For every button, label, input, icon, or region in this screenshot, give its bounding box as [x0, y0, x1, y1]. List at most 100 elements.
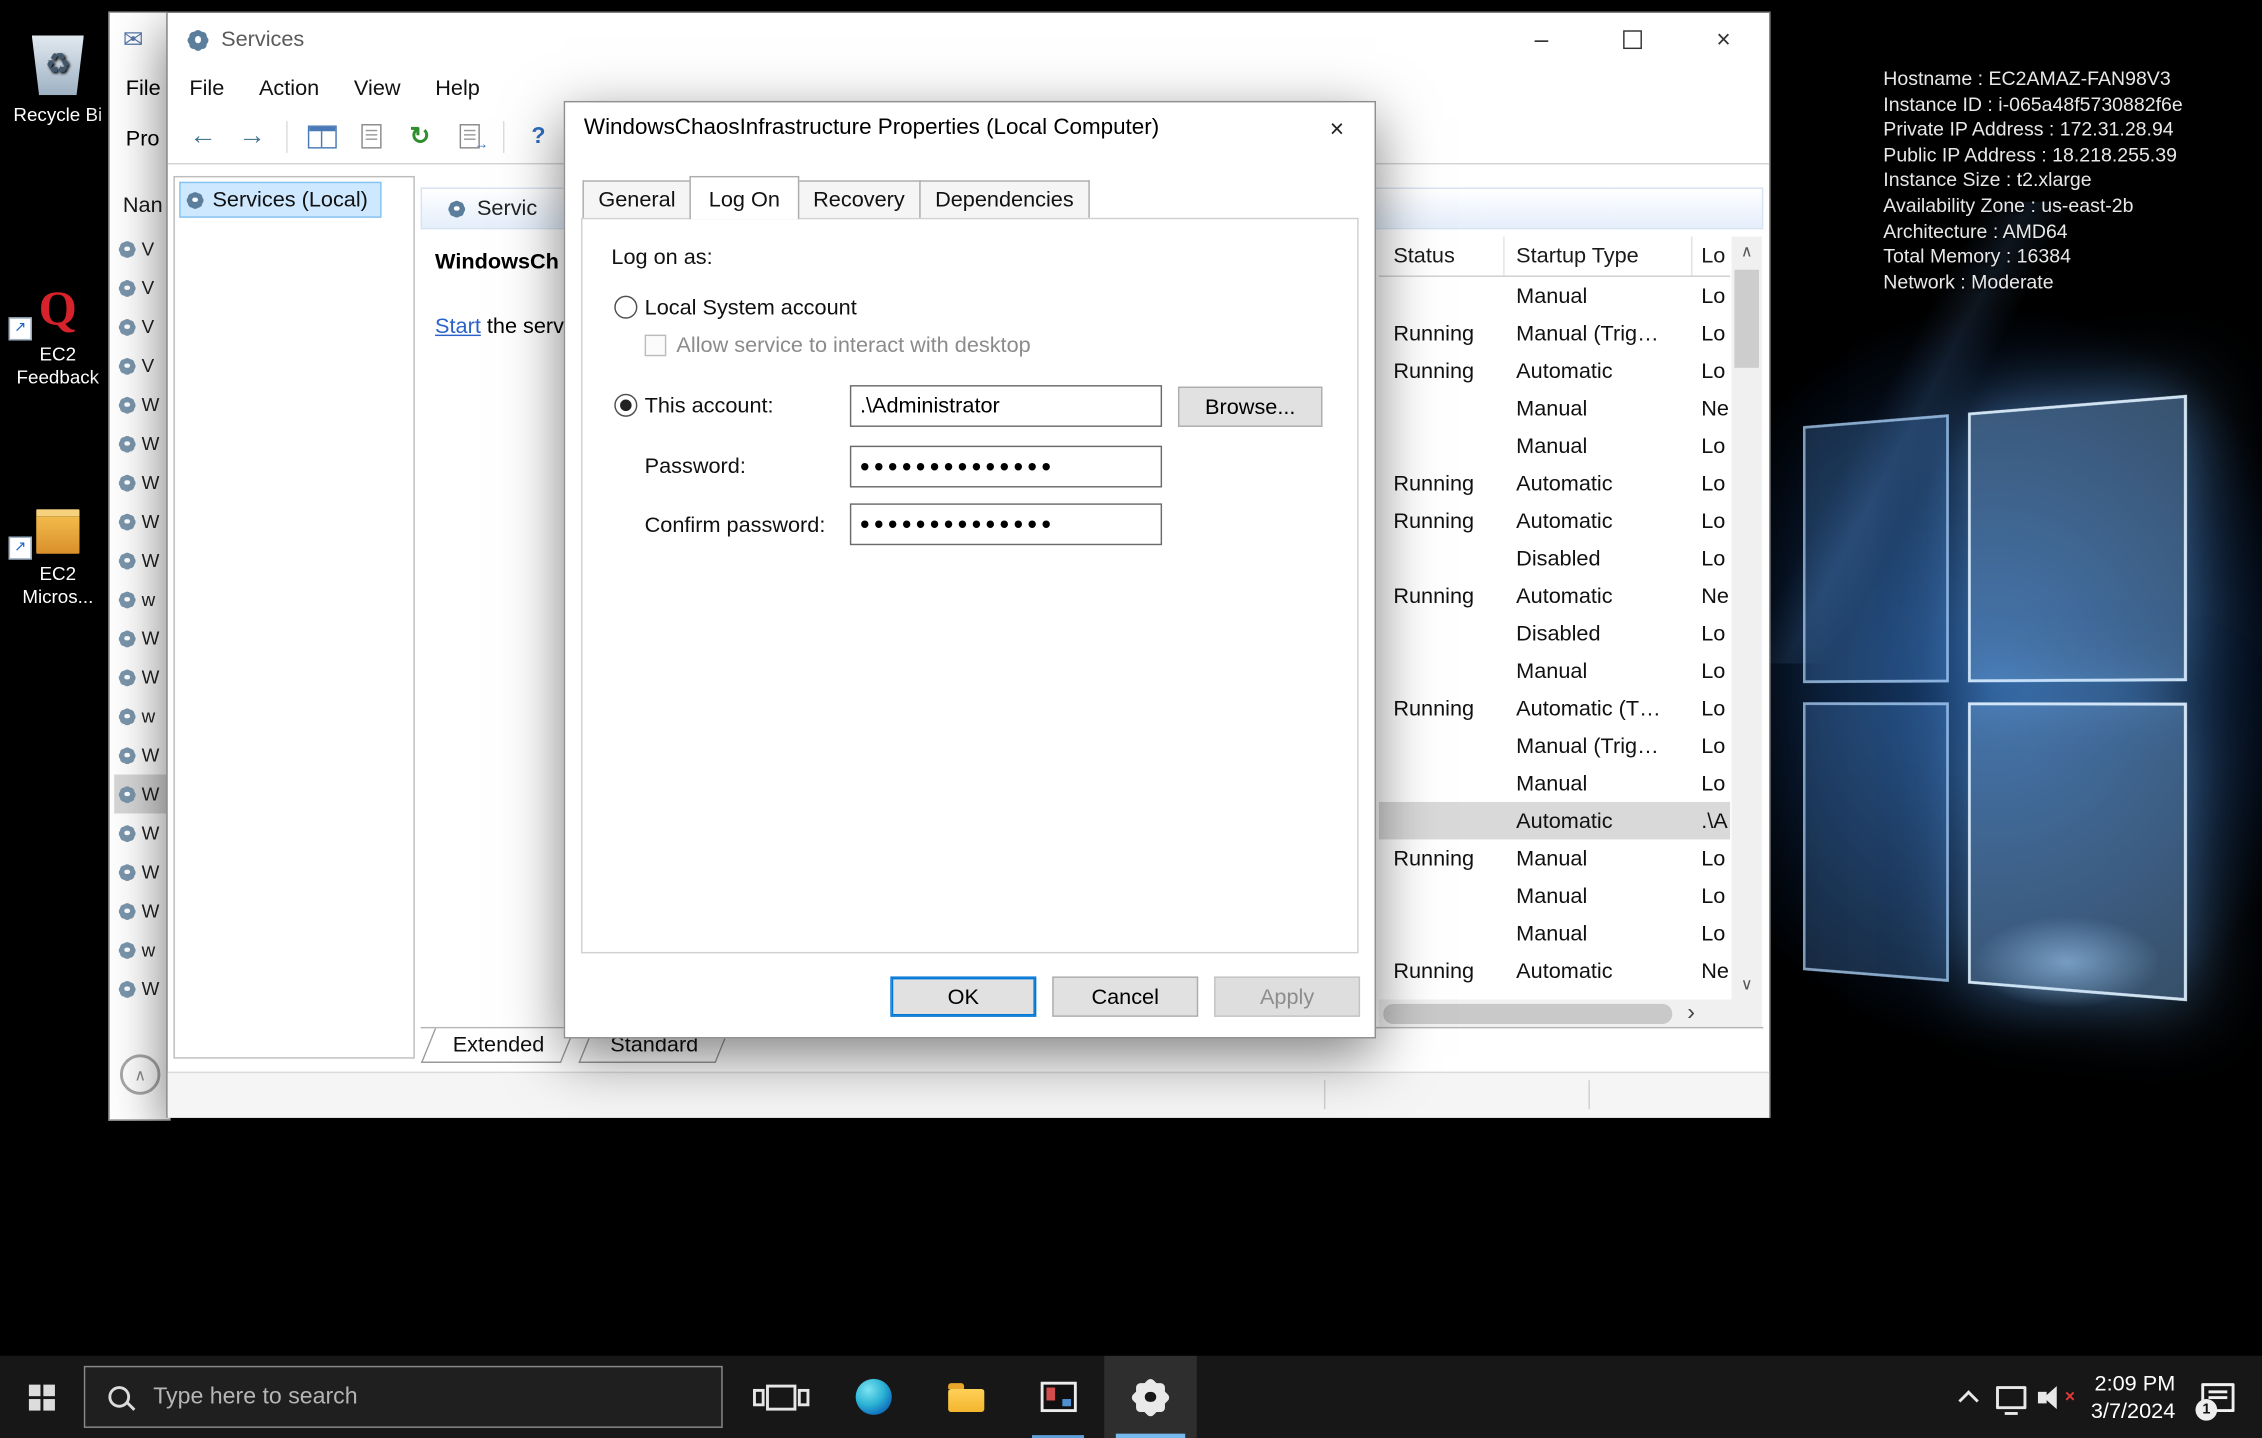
radio-local-system-account[interactable] [614, 296, 637, 319]
password-input[interactable] [850, 446, 1162, 488]
scroll-down-button[interactable]: ∨ [1732, 969, 1762, 999]
task-view-button[interactable] [734, 1356, 827, 1438]
back-file-menu[interactable]: File [126, 76, 161, 101]
service-row[interactable]: Manual Lo [1379, 914, 1730, 952]
mmc-taskbar-button[interactable] [1012, 1356, 1105, 1438]
cancel-button[interactable]: Cancel [1052, 976, 1198, 1016]
back-service-row[interactable]: W [114, 852, 166, 891]
checkbox-interact-with-desktop[interactable] [645, 335, 667, 357]
menu-view[interactable]: View [337, 70, 418, 106]
show-console-tree-button[interactable] [301, 117, 343, 156]
back-service-row[interactable]: W [114, 541, 166, 580]
dialog-close-button[interactable]: × [1311, 110, 1363, 149]
edge-taskbar-button[interactable] [827, 1356, 920, 1438]
confirm-password-input[interactable] [850, 503, 1162, 545]
maximize-button[interactable] [1587, 13, 1678, 66]
back-service-row[interactable]: W [114, 736, 166, 775]
radio-this-account[interactable] [614, 394, 637, 417]
scroll-right-button[interactable]: › [1672, 1004, 1710, 1024]
view-tab-extended[interactable]: Extended [421, 1028, 576, 1063]
service-row[interactable]: Running Automatic Lo [1379, 502, 1730, 540]
start-button[interactable] [0, 1356, 84, 1438]
column-header-log-on-as[interactable]: Lo [1693, 237, 1731, 276]
collapse-button[interactable]: ∧ [120, 1054, 160, 1094]
menu-action[interactable]: Action [242, 70, 337, 106]
browse-button[interactable]: Browse... [1178, 387, 1323, 427]
back-service-row[interactable]: V [114, 268, 166, 307]
back-service-row[interactable]: W [114, 969, 166, 1008]
service-row[interactable]: Manual Lo [1379, 277, 1730, 315]
back-service-row[interactable]: V [114, 346, 166, 385]
tab-log-on[interactable]: Log On [690, 176, 799, 219]
network-tray-button[interactable] [1990, 1356, 2033, 1438]
back-service-row[interactable]: W [114, 775, 166, 814]
back-service-row[interactable]: W [114, 813, 166, 852]
service-row[interactable]: Manual Lo [1379, 764, 1730, 802]
back-service-row[interactable]: W [114, 891, 166, 930]
service-row[interactable]: Running Automatic Ne [1379, 577, 1730, 615]
back-service-row[interactable]: w [114, 930, 166, 969]
back-service-row[interactable]: W [114, 658, 166, 697]
tray-expand-button[interactable] [1946, 1356, 1989, 1438]
service-row[interactable]: Manual Lo [1379, 652, 1730, 690]
account-input[interactable] [850, 385, 1162, 427]
service-row[interactable]: Running Automatic Ne [1379, 952, 1730, 990]
back-service-row[interactable]: w [114, 697, 166, 736]
vertical-scrollbar[interactable]: ∧ ∨ [1732, 237, 1762, 1000]
desktop-icon-recycle-bin[interactable]: ♻ Recycle Bi [6, 14, 110, 127]
service-row[interactable]: Running Manual Lo [1379, 839, 1730, 877]
service-row[interactable]: Running Automatic (T… Lo [1379, 689, 1730, 727]
service-row[interactable]: Running Automatic Lo [1379, 464, 1730, 502]
service-row[interactable]: Running Manual (Trig… Lo [1379, 314, 1730, 352]
services-taskbar-button[interactable] [1104, 1356, 1197, 1438]
service-row[interactable]: Running Automatic Lo [1379, 352, 1730, 390]
taskbar-search[interactable] [84, 1366, 723, 1428]
tab-dependencies[interactable]: Dependencies [919, 180, 1089, 218]
back-button[interactable]: ← [182, 117, 224, 156]
scroll-up-button[interactable]: ∧ [1732, 237, 1762, 267]
back-service-row[interactable]: W [114, 619, 166, 658]
start-service-link[interactable]: Start [435, 314, 481, 339]
back-name-column-header[interactable]: Nan [123, 193, 163, 218]
back-service-row[interactable]: W [114, 463, 166, 502]
desktop-icon-ec2-microsoft[interactable]: ↗ EC2 Micros... [6, 473, 110, 609]
back-service-row[interactable]: W [114, 424, 166, 463]
menu-file[interactable]: File [172, 70, 242, 106]
service-row[interactable]: Manual Lo [1379, 427, 1730, 465]
back-service-row[interactable]: V [114, 229, 166, 268]
background-console-window[interactable]: ✉ File Pro Nan V V V [108, 12, 170, 1121]
taskbar-clock[interactable]: 2:09 PM 3/7/2024 [2076, 1356, 2189, 1438]
ok-button[interactable]: OK [890, 976, 1036, 1016]
apply-button[interactable]: Apply [1214, 976, 1360, 1016]
file-explorer-taskbar-button[interactable] [919, 1356, 1012, 1438]
menu-help[interactable]: Help [418, 70, 497, 106]
service-row[interactable]: Manual Lo [1379, 877, 1730, 915]
help-button[interactable]: ? [517, 117, 559, 156]
back-service-row[interactable]: w [114, 580, 166, 619]
service-row[interactable]: Disabled Lo [1379, 539, 1730, 577]
properties-button[interactable] [350, 117, 392, 156]
search-input[interactable] [150, 1382, 618, 1411]
tree-item-services-local[interactable]: Services (Local) [179, 182, 381, 218]
volume-tray-button[interactable]: × [2033, 1356, 2076, 1438]
horizontal-scroll-thumb[interactable] [1383, 1004, 1672, 1024]
horizontal-scrollbar[interactable]: › [1379, 1000, 1762, 1029]
export-list-button[interactable]: → [448, 117, 490, 156]
back-service-row[interactable]: V [114, 307, 166, 346]
tab-general[interactable]: General [582, 180, 691, 218]
back-service-row[interactable]: W [114, 502, 166, 541]
tab-recovery[interactable]: Recovery [797, 180, 920, 218]
vertical-scroll-thumb[interactable] [1734, 270, 1759, 368]
service-row[interactable]: Manual (Trig… Lo [1379, 727, 1730, 765]
column-header-startup-type[interactable]: Startup Type [1505, 237, 1693, 276]
refresh-button[interactable]: ↻ [399, 117, 441, 156]
column-header-status[interactable]: Status [1379, 237, 1505, 276]
service-row[interactable]: Automatic .\A [1379, 802, 1730, 840]
back-service-row[interactable]: W [114, 385, 166, 424]
desktop-icon-ec2-feedback[interactable]: Q ↗ EC2 Feedback [6, 254, 110, 390]
service-row[interactable]: Disabled Lo [1379, 614, 1730, 652]
forward-button[interactable]: → [231, 117, 273, 156]
minimize-button[interactable]: – [1496, 13, 1587, 66]
close-button[interactable]: × [1678, 13, 1769, 66]
action-center-button[interactable]: 1 [2190, 1356, 2245, 1438]
